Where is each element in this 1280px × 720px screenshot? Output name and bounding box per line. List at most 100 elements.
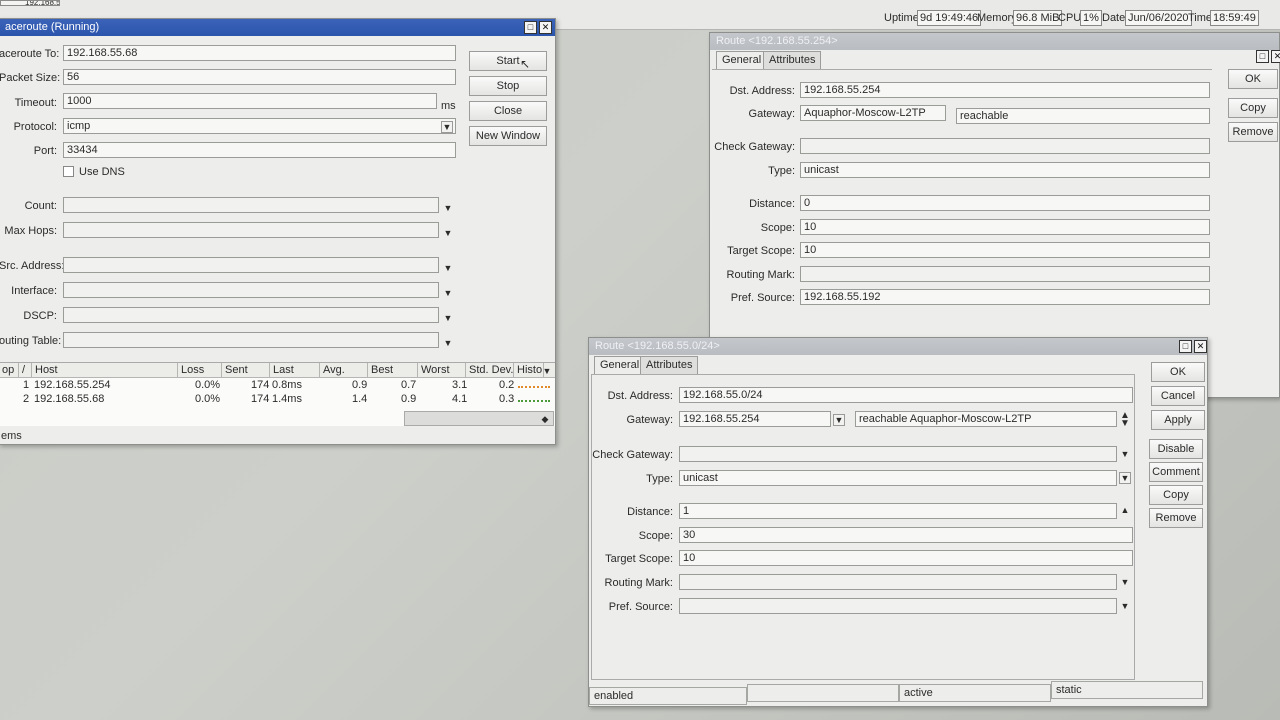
- col-last[interactable]: Last: [270, 363, 320, 378]
- distance-field[interactable]: 0: [800, 195, 1210, 211]
- target-scope-field[interactable]: 10: [679, 550, 1133, 566]
- table-row[interactable]: 2 192.168.55.68 0.0% 174 1.4ms 1.4 0.9 4…: [0, 393, 555, 407]
- scroll-right-icon[interactable]: ◆: [539, 414, 551, 425]
- dropdown-icon[interactable]: ▼: [442, 288, 454, 298]
- interface-field[interactable]: [63, 282, 439, 298]
- port-field[interactable]: 33434: [63, 142, 456, 158]
- remove-button[interactable]: Remove: [1228, 122, 1278, 142]
- tab-attributes[interactable]: Attributes: [640, 356, 699, 374]
- dropdown-icon[interactable]: ▼: [442, 338, 454, 348]
- maximize-icon[interactable]: □: [1179, 340, 1192, 353]
- routing-mark-field[interactable]: [800, 266, 1210, 282]
- col-sort[interactable]: /: [19, 363, 32, 378]
- pref-source-field[interactable]: [679, 598, 1117, 614]
- src-address-field[interactable]: [63, 257, 439, 273]
- stop-button[interactable]: Stop: [469, 76, 547, 96]
- type-select[interactable]: unicast: [679, 470, 1117, 486]
- check-gateway-field[interactable]: [800, 138, 1210, 154]
- tab-general[interactable]: General: [594, 356, 646, 374]
- check-gateway-field[interactable]: [679, 446, 1117, 462]
- max-hops-label: Max Hops:: [4, 225, 57, 237]
- routing-mark-field[interactable]: [679, 574, 1117, 590]
- col-std-dev[interactable]: Std. Dev.: [466, 363, 514, 378]
- column-menu-icon[interactable]: ▼: [541, 366, 553, 376]
- dscp-field[interactable]: [63, 307, 439, 323]
- close-button[interactable]: Close: [469, 101, 547, 121]
- close-icon[interactable]: ✕: [1271, 50, 1280, 63]
- dropdown-icon[interactable]: ▼: [442, 263, 454, 273]
- dropdown-icon[interactable]: ▼: [1119, 577, 1131, 587]
- scope-field[interactable]: 10: [800, 219, 1210, 235]
- dropdown-icon[interactable]: ▼: [1119, 601, 1131, 611]
- dropdown-icon[interactable]: ▼: [442, 313, 454, 323]
- col-loss[interactable]: Loss: [178, 363, 222, 378]
- target-scope-label: Target Scope:: [727, 245, 795, 257]
- remove-button[interactable]: Remove: [1149, 508, 1203, 528]
- dst-address-field[interactable]: 192.168.55.0/24: [679, 387, 1133, 403]
- maximize-icon[interactable]: □: [1256, 50, 1269, 63]
- gateway-field[interactable]: 192.168.55.254: [679, 411, 831, 427]
- traceroute-titlebar[interactable]: aceroute (Running): [0, 19, 555, 36]
- maximize-icon[interactable]: □: [524, 21, 537, 34]
- dropdown-icon[interactable]: ▼: [833, 414, 845, 426]
- table-row[interactable]: 1 192.168.55.254 0.0% 174 0.8ms 0.9 0.7 …: [0, 379, 555, 393]
- close-icon[interactable]: ✕: [539, 21, 552, 34]
- ok-button[interactable]: OK: [1228, 69, 1278, 89]
- check-gateway-label: Check Gateway:: [592, 449, 673, 461]
- ok-button[interactable]: OK: [1151, 362, 1205, 382]
- col-best[interactable]: Best: [368, 363, 418, 378]
- cell-avg: 0.9: [352, 379, 368, 391]
- pref-source-label: Pref. Source:: [608, 601, 673, 613]
- pref-source-field[interactable]: 192.168.55.192: [800, 289, 1210, 305]
- comment-button[interactable]: Comment: [1149, 462, 1203, 482]
- dropdown-icon[interactable]: ▼: [1119, 472, 1131, 484]
- routing-table-field[interactable]: [63, 332, 439, 348]
- target-scope-field[interactable]: 10: [800, 242, 1210, 258]
- col-hop[interactable]: op: [0, 363, 19, 378]
- cell-worst: 3.1: [452, 379, 468, 391]
- use-dns-checkbox[interactable]: [63, 166, 74, 177]
- memory-value: 96.8 MiB: [1013, 10, 1063, 26]
- scope-field[interactable]: 30: [679, 527, 1133, 543]
- dropdown-icon[interactable]: ▼: [441, 121, 453, 133]
- cell-best: 0.9: [401, 393, 417, 405]
- copy-button[interactable]: Copy: [1149, 485, 1203, 505]
- collapse-icon[interactable]: ▲: [1119, 505, 1131, 515]
- type-field[interactable]: unicast: [800, 162, 1210, 178]
- new-window-button[interactable]: New Window: [469, 126, 547, 146]
- horizontal-scrollbar[interactable]: [404, 411, 554, 426]
- count-field[interactable]: [63, 197, 439, 213]
- tab-attributes[interactable]: Attributes: [763, 51, 822, 69]
- use-dns-label: Use DNS: [79, 166, 125, 178]
- dst-address-field[interactable]: 192.168.55.254: [800, 82, 1210, 98]
- packet-size-field[interactable]: 56: [63, 69, 456, 85]
- close-icon[interactable]: ✕: [1194, 340, 1207, 353]
- start-button[interactable]: Start: [469, 51, 547, 71]
- apply-button[interactable]: Apply: [1151, 410, 1205, 430]
- tab-general[interactable]: General: [716, 51, 768, 69]
- check-gateway-label: Check Gateway:: [714, 141, 795, 153]
- col-host[interactable]: Host: [32, 363, 178, 378]
- route-window-2-titlebar[interactable]: Route <192.168.55.0/24>: [589, 338, 1207, 355]
- cell-last: 1.4ms: [272, 393, 302, 405]
- gateway-field[interactable]: Aquaphor-Moscow-L2TP: [800, 105, 946, 121]
- copy-button[interactable]: Copy: [1228, 98, 1278, 118]
- protocol-select[interactable]: icmp: [63, 118, 456, 134]
- dropdown-icon[interactable]: ▼: [442, 228, 454, 238]
- timeout-field[interactable]: 1000: [63, 93, 437, 109]
- cancel-button[interactable]: Cancel: [1151, 386, 1205, 406]
- max-hops-field[interactable]: [63, 222, 439, 238]
- dropdown-icon[interactable]: ▼: [1119, 449, 1131, 459]
- cell-loss: 0.0%: [195, 393, 221, 405]
- traceroute-to-field[interactable]: 192.168.55.68: [63, 45, 456, 61]
- route-window-1-titlebar[interactable]: Route <192.168.55.254>: [710, 33, 1279, 50]
- col-sent[interactable]: Sent: [222, 363, 270, 378]
- distance-field[interactable]: 1: [679, 503, 1117, 519]
- disable-button[interactable]: Disable: [1149, 439, 1203, 459]
- col-worst[interactable]: Worst: [418, 363, 466, 378]
- spinner-icon[interactable]: ▲ ▼: [1119, 411, 1131, 429]
- col-avg[interactable]: Avg.: [320, 363, 368, 378]
- distance-label: Distance:: [627, 506, 673, 518]
- dropdown-icon[interactable]: ▼: [442, 203, 454, 213]
- col-histo[interactable]: Histo: [514, 363, 544, 378]
